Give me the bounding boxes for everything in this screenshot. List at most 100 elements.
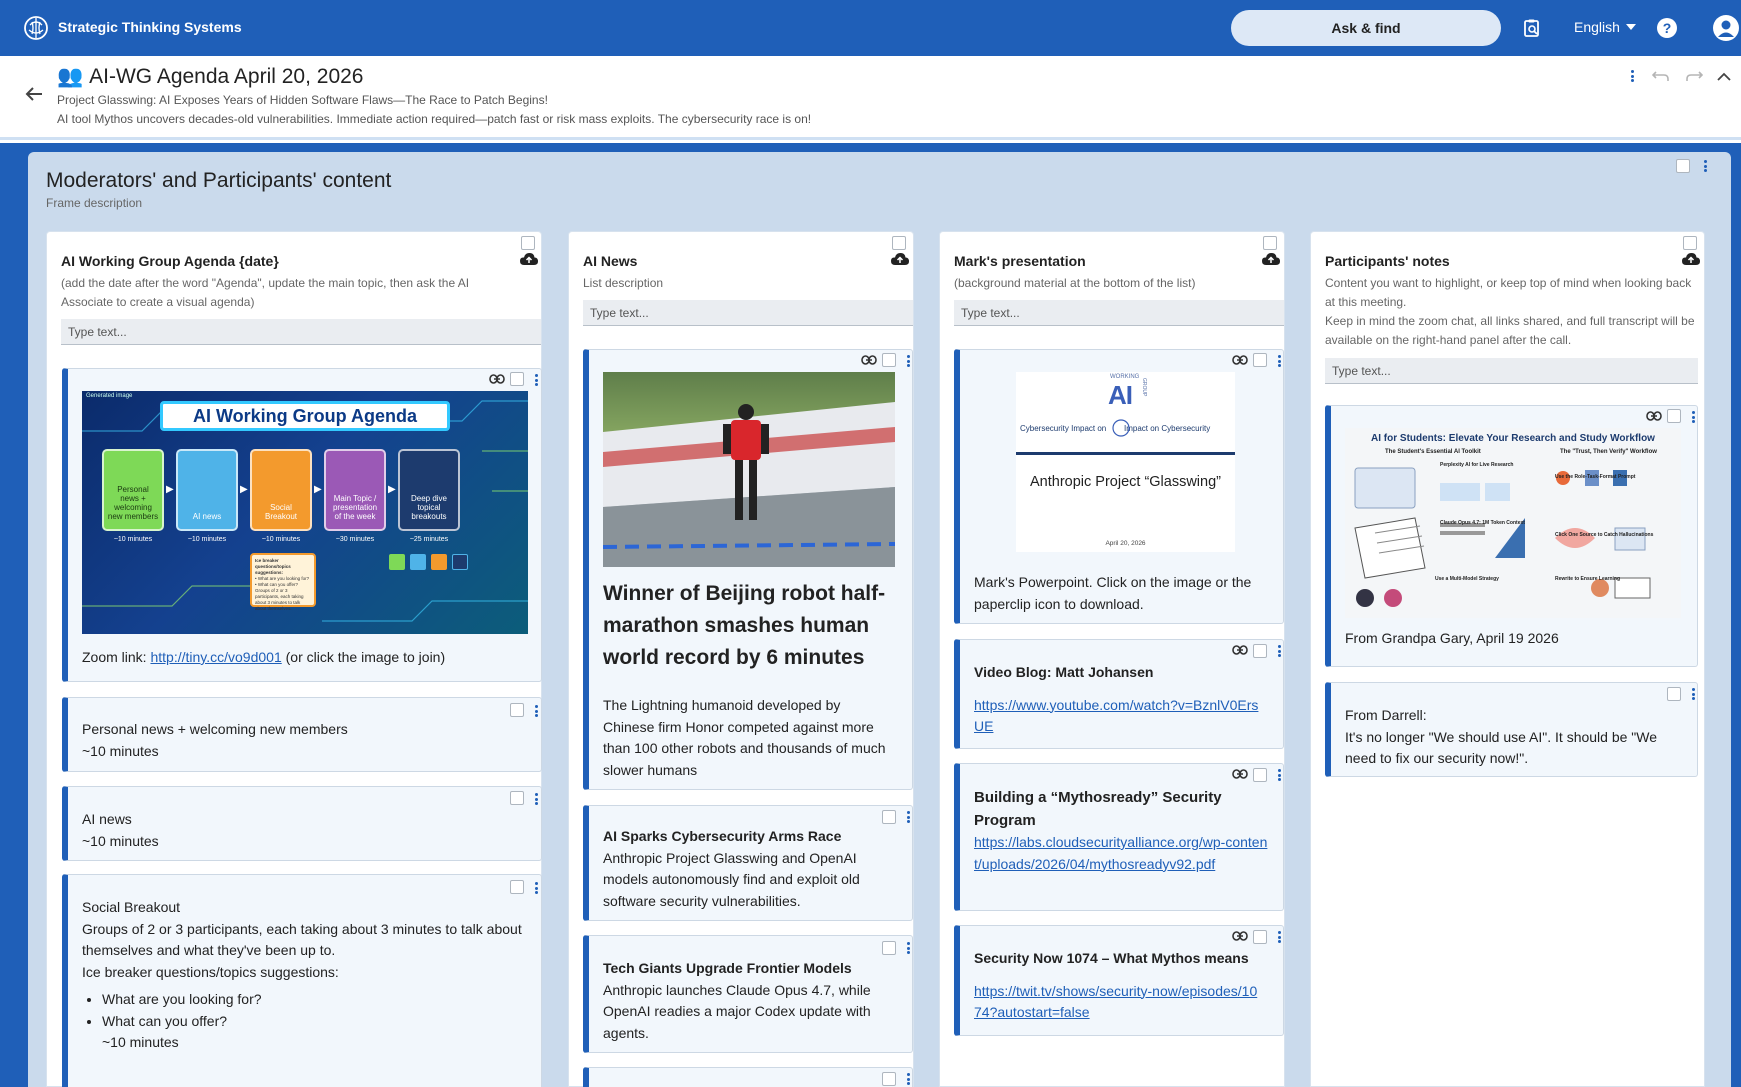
note-card[interactable]: From Darrell: It's no longer "We should … bbox=[1325, 682, 1698, 777]
card-select-checkbox[interactable] bbox=[1253, 768, 1267, 782]
list-title[interactable]: Mark's presentation bbox=[954, 253, 1086, 269]
link-icon[interactable] bbox=[489, 374, 505, 384]
resource-link[interactable]: https://www.youtube.com/watch?v=BznlV0Er… bbox=[974, 695, 1264, 738]
help-icon[interactable]: ? bbox=[1655, 16, 1679, 40]
infographic-item-label: Claude Opus 4.7: 1M Token Context bbox=[1440, 520, 1525, 526]
agenda-step-label: AI news bbox=[192, 512, 222, 521]
cloud-upload-icon[interactable] bbox=[1681, 251, 1701, 267]
card-menu-icon[interactable] bbox=[531, 880, 541, 896]
card-menu-icon[interactable] bbox=[903, 940, 912, 956]
agenda-item-card[interactable]: Personal news + welcoming new members ~1… bbox=[62, 697, 542, 772]
agenda-infographic-image[interactable]: Generated image AI Working Group Agenda … bbox=[82, 391, 528, 634]
ask-find-button[interactable]: Ask & find bbox=[1231, 10, 1501, 46]
topic-icon bbox=[431, 554, 447, 570]
app-title[interactable]: Strategic Thinking Systems bbox=[58, 19, 242, 35]
slide-image[interactable]: WORKING AI GROUP Cybersecurity Impact on… bbox=[1016, 372, 1235, 552]
list-text-input[interactable] bbox=[954, 300, 1284, 326]
card-line: AI news bbox=[82, 811, 132, 827]
card-select-checkbox[interactable] bbox=[1667, 409, 1681, 423]
back-arrow-icon[interactable] bbox=[22, 82, 46, 106]
card-text: Security Now 1074 – What Mythos means ht… bbox=[974, 948, 1264, 1024]
news-card[interactable] bbox=[583, 1067, 913, 1087]
card-select-checkbox[interactable] bbox=[882, 941, 896, 955]
account-avatar-icon[interactable] bbox=[1711, 15, 1741, 41]
card-select-checkbox[interactable] bbox=[1253, 644, 1267, 658]
card-menu-icon[interactable] bbox=[1274, 643, 1283, 659]
link-icon[interactable] bbox=[1232, 355, 1248, 365]
card-select-checkbox[interactable] bbox=[1253, 353, 1267, 367]
resource-link[interactable]: https://twit.tv/shows/security-now/episo… bbox=[974, 981, 1264, 1024]
link-icon[interactable] bbox=[1646, 411, 1662, 421]
card-menu-icon[interactable] bbox=[531, 703, 541, 719]
list-text-input[interactable] bbox=[1325, 358, 1698, 384]
card-select-checkbox[interactable] bbox=[510, 791, 524, 805]
list-title[interactable]: AI News bbox=[583, 253, 637, 269]
list-select-checkbox[interactable] bbox=[892, 236, 906, 250]
list-text-input[interactable] bbox=[61, 319, 541, 345]
frame-title[interactable]: Moderators' and Participants' content bbox=[46, 169, 391, 193]
icebreaker-note-footer: Groups of 2 or 3 participants, each taki… bbox=[255, 588, 304, 611]
card-menu-icon[interactable] bbox=[1688, 409, 1697, 425]
language-select[interactable]: English bbox=[1574, 19, 1636, 35]
list-select-checkbox[interactable] bbox=[1263, 236, 1277, 250]
frame-menu-icon[interactable] bbox=[1700, 158, 1710, 174]
card-select-checkbox[interactable] bbox=[1253, 930, 1267, 944]
clipboard-search-icon[interactable] bbox=[1520, 16, 1544, 40]
robot-marathon-photo[interactable] bbox=[603, 372, 895, 567]
agenda-item-card[interactable]: AI news ~10 minutes bbox=[62, 786, 542, 861]
link-icon[interactable] bbox=[861, 355, 877, 365]
link-icon[interactable] bbox=[1232, 931, 1248, 941]
slide-logo-side: GROUP bbox=[1141, 378, 1147, 397]
link-icon[interactable] bbox=[1232, 645, 1248, 655]
cloud-upload-icon[interactable] bbox=[1261, 251, 1281, 267]
card-select-checkbox[interactable] bbox=[510, 880, 524, 894]
card-menu-icon[interactable] bbox=[531, 791, 541, 807]
zoom-link[interactable]: http://tiny.cc/vo9d001 bbox=[150, 649, 281, 665]
card-menu-icon[interactable] bbox=[1274, 767, 1283, 783]
card-select-checkbox[interactable] bbox=[1667, 687, 1681, 701]
cloud-upload-icon[interactable] bbox=[890, 251, 910, 267]
card-select-checkbox[interactable] bbox=[510, 372, 524, 386]
frame-description[interactable]: Frame description bbox=[46, 196, 142, 210]
card-select-checkbox[interactable] bbox=[882, 1072, 896, 1086]
card-menu-icon[interactable] bbox=[1688, 686, 1697, 702]
list-text-input[interactable] bbox=[583, 300, 913, 326]
undo-icon[interactable] bbox=[1651, 66, 1671, 86]
list-title[interactable]: Participants' notes bbox=[1325, 253, 1450, 269]
list-select-checkbox[interactable] bbox=[1683, 236, 1697, 250]
student-infographic-image[interactable]: AI for Students: Elevate Your Research a… bbox=[1345, 428, 1681, 618]
resource-card[interactable]: Video Blog: Matt Johansen https://www.yo… bbox=[954, 639, 1284, 749]
card-select-checkbox[interactable] bbox=[882, 810, 896, 824]
redo-icon[interactable] bbox=[1684, 66, 1704, 86]
card-select-checkbox[interactable] bbox=[882, 353, 896, 367]
card-menu-icon[interactable] bbox=[1274, 353, 1283, 369]
slide-caption: Mark's Powerpoint. Click on the image or… bbox=[974, 574, 1252, 612]
brain-logo-icon[interactable] bbox=[22, 14, 50, 42]
card-menu-icon[interactable] bbox=[903, 809, 912, 825]
news-feature-card[interactable]: Winner of Beijing robot half-marathon sm… bbox=[583, 349, 913, 790]
agenda-item-card[interactable]: Social Breakout Groups of 2 or 3 partici… bbox=[62, 874, 542, 1087]
card-menu-icon[interactable] bbox=[903, 353, 912, 369]
collapse-chevron-icon[interactable] bbox=[1714, 66, 1734, 86]
list-menu-icon[interactable] bbox=[913, 235, 914, 251]
list-menu-icon[interactable] bbox=[1284, 235, 1285, 251]
board-menu-icon[interactable] bbox=[1622, 66, 1642, 86]
agenda-image-card[interactable]: Generated image AI Working Group Agenda … bbox=[62, 368, 542, 682]
infographic-card[interactable]: AI for Students: Elevate Your Research a… bbox=[1325, 405, 1698, 667]
cloud-upload-icon[interactable] bbox=[519, 251, 539, 267]
frame-select-checkbox[interactable] bbox=[1676, 159, 1690, 173]
card-menu-icon[interactable] bbox=[903, 1071, 912, 1087]
news-card[interactable]: Tech Giants Upgrade Frontier Models Anth… bbox=[583, 935, 913, 1053]
resource-card[interactable]: Building a “Mythosready” Security Progra… bbox=[954, 763, 1284, 911]
link-icon[interactable] bbox=[1232, 769, 1248, 779]
resource-link[interactable]: https://labs.cloudsecurityalliance.org/w… bbox=[974, 832, 1274, 875]
card-select-checkbox[interactable] bbox=[510, 703, 524, 717]
card-menu-icon[interactable] bbox=[1274, 929, 1283, 945]
slide-card[interactable]: WORKING AI GROUP Cybersecurity Impact on… bbox=[954, 349, 1284, 624]
news-card[interactable]: AI Sparks Cybersecurity Arms Race Anthro… bbox=[583, 805, 913, 921]
list-menu-icon[interactable] bbox=[1704, 235, 1705, 251]
list-select-checkbox[interactable] bbox=[521, 236, 535, 250]
resource-card[interactable]: Security Now 1074 – What Mythos means ht… bbox=[954, 925, 1284, 1036]
card-menu-icon[interactable] bbox=[531, 372, 541, 388]
list-title[interactable]: AI Working Group Agenda {date} bbox=[61, 253, 279, 269]
